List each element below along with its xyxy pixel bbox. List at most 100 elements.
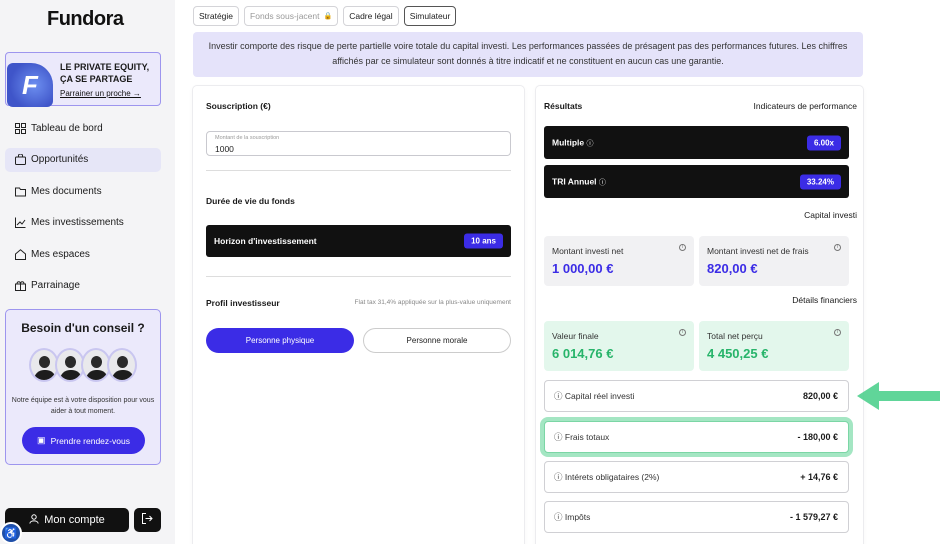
info-icon[interactable]: ⓘ	[599, 179, 606, 186]
info-icon[interactable]: i	[679, 329, 686, 336]
sidebar-nav: Tableau de bord Opportunités Mes documen…	[5, 116, 161, 306]
bond-interest-row[interactable]: ⓘ Intérets obligataires (2%) + 14,76 €	[544, 461, 849, 493]
gift-icon	[14, 280, 26, 292]
help-card: Besoin d'un conseil ? Notre équipe est à…	[5, 309, 161, 465]
flat-tax-note: Flat tax 31,4% appliquée sur la plus-val…	[354, 299, 511, 306]
tab-fonds-sous-jacent[interactable]: Fonds sous-jacent 🔒	[244, 6, 339, 26]
referral-link[interactable]: Parrainer un proche →	[60, 89, 141, 98]
detail-label-text: Frais totaux	[564, 432, 610, 442]
help-title: Besoin d'un conseil ?	[21, 321, 145, 335]
taxes-row[interactable]: ⓘ Impôts - 1 579,27 €	[544, 501, 849, 533]
sidebar-item-label: Opportunités	[31, 154, 89, 166]
divider	[206, 170, 511, 171]
sidebar-item-label: Mes documents	[31, 185, 102, 197]
sidebar-item-referral[interactable]: Parrainage	[5, 274, 161, 298]
multiple-value: 6.00x	[806, 135, 841, 150]
logout-icon	[142, 513, 153, 527]
dashboard-icon	[14, 122, 26, 134]
detail-label: ⓘ Capital réel investi	[554, 390, 634, 402]
detail-label-text: Impôts	[564, 512, 591, 522]
legal-entity-button[interactable]: Personne morale	[363, 328, 511, 353]
sidebar: Fundora F LE PRIVATE EQUITY, ÇA SE PARTA…	[0, 0, 175, 544]
detail-label: ⓘ Frais totaux	[554, 431, 609, 443]
book-appointment-label: Prendre rendez-vous	[50, 435, 130, 446]
stat-value: 6 014,76 €	[552, 346, 614, 361]
tri-label-text: TRI Annuel	[552, 176, 597, 186]
home-icon	[14, 248, 26, 260]
tri-value: 33.24%	[799, 174, 841, 189]
account-label: Mon compte	[44, 514, 105, 526]
app-logo[interactable]: Fundora	[47, 8, 124, 31]
sidebar-item-label: Tableau de bord	[31, 122, 103, 134]
info-icon[interactable]: ⓘ	[586, 140, 593, 147]
brand-logo-icon: F	[7, 63, 53, 107]
financial-details-title: Détails financiers	[792, 295, 857, 305]
info-icon: ⓘ	[554, 391, 563, 401]
stat-label: Total net perçu	[707, 331, 763, 341]
stat-label: Valeur finale	[552, 331, 599, 341]
subscription-amount-input[interactable]: Montant de la souscription 1000	[206, 131, 511, 156]
risk-disclaimer: Investir comporte des risque de perte pa…	[193, 32, 863, 77]
investment-horizon-row: Horizon d'investissement 10 ans	[206, 225, 511, 257]
calendar-icon: ▣	[37, 435, 46, 445]
stat-value: 1 000,00 €	[552, 261, 614, 276]
folder-icon	[14, 185, 26, 197]
logout-button[interactable]	[134, 508, 161, 532]
info-icon[interactable]: i	[834, 329, 841, 336]
user-icon	[29, 513, 39, 527]
duration-title: Durée de vie du fonds	[206, 196, 295, 206]
invested-net-fees-card: Montant investi net de frais 820,00 € i	[699, 236, 849, 286]
sidebar-item-opportunities[interactable]: Opportunités	[5, 147, 161, 172]
real-capital-row[interactable]: ⓘ Capital réel investi 820,00 €	[544, 380, 849, 412]
results-title: Résultats	[544, 101, 583, 111]
chart-icon	[14, 217, 26, 229]
results-panel: Résultats Indicateurs de performance Mul…	[536, 86, 863, 544]
detail-label: ⓘ Intérets obligataires (2%)	[554, 471, 659, 483]
tab-simulateur[interactable]: Simulateur	[403, 6, 457, 26]
investor-profile-title: Profil investisseur	[206, 298, 280, 308]
total-fees-row[interactable]: ⓘ Frais totaux - 180,00 €	[544, 421, 849, 453]
help-text: Notre équipe est à votre disposition pou…	[11, 397, 155, 415]
detail-value: + 14,76 €	[800, 472, 838, 482]
subscription-amount-label: Montant de la souscription	[215, 135, 280, 141]
stat-label: Montant investi net de frais	[707, 246, 809, 256]
bag-icon	[14, 154, 26, 166]
sidebar-item-investments[interactable]: Mes investissements	[5, 211, 161, 235]
info-icon[interactable]: i	[834, 244, 841, 251]
total-net-card: Total net perçu 4 450,25 € i	[699, 321, 849, 371]
detail-label: ⓘ Impôts	[554, 511, 590, 523]
tab-cadre-legal[interactable]: Cadre légal	[343, 6, 399, 26]
sidebar-item-documents[interactable]: Mes documents	[5, 179, 161, 203]
performance-title: Indicateurs de performance	[753, 101, 857, 111]
info-icon: ⓘ	[554, 512, 563, 522]
lock-icon: 🔒	[323, 13, 333, 20]
final-value-card: Valeur finale 6 014,76 € i	[544, 321, 694, 371]
promo-title: LE PRIVATE EQUITY, ÇA SE PARTAGE	[60, 62, 150, 84]
sidebar-item-spaces[interactable]: Mes espaces	[5, 242, 161, 266]
pointer-arrow-icon	[857, 382, 940, 410]
advisor-avatars	[6, 348, 160, 382]
avatar	[107, 348, 137, 382]
tab-label: Fonds sous-jacent	[250, 11, 320, 21]
natural-person-button[interactable]: Personne physique	[206, 328, 354, 353]
detail-label-text: Intérets obligataires (2%)	[564, 472, 660, 482]
accessibility-icon[interactable]: ♿	[0, 522, 22, 544]
simulation-input-panel: Souscription (€) Montant de la souscript…	[193, 86, 524, 544]
info-icon[interactable]: i	[679, 244, 686, 251]
book-appointment-button[interactable]: ▣ Prendre rendez-vous	[22, 427, 145, 454]
stat-value: 4 450,25 €	[707, 346, 769, 361]
sidebar-item-dashboard[interactable]: Tableau de bord	[5, 116, 161, 140]
invested-amount-card: Montant investi net 1 000,00 € i	[544, 236, 694, 286]
detail-value: 820,00 €	[802, 391, 838, 401]
subscription-title: Souscription (€)	[206, 101, 271, 111]
multiple-row: Multiple ⓘ 6.00x	[544, 126, 849, 159]
tab-bar: Stratégie Fonds sous-jacent 🔒 Cadre léga…	[193, 6, 461, 26]
main-content: Stratégie Fonds sous-jacent 🔒 Cadre léga…	[175, 0, 940, 544]
tab-strategie[interactable]: Stratégie	[193, 6, 240, 26]
subscription-amount-value: 1000	[215, 144, 234, 154]
detail-value: - 1 579,27 €	[789, 512, 838, 522]
account-button[interactable]: Mon compte	[5, 508, 129, 532]
referral-promo-card[interactable]: F LE PRIVATE EQUITY, ÇA SE PARTAGE Parra…	[5, 52, 161, 107]
tri-label: TRI Annuel ⓘ	[552, 176, 606, 187]
detail-value: - 180,00 €	[797, 432, 838, 442]
